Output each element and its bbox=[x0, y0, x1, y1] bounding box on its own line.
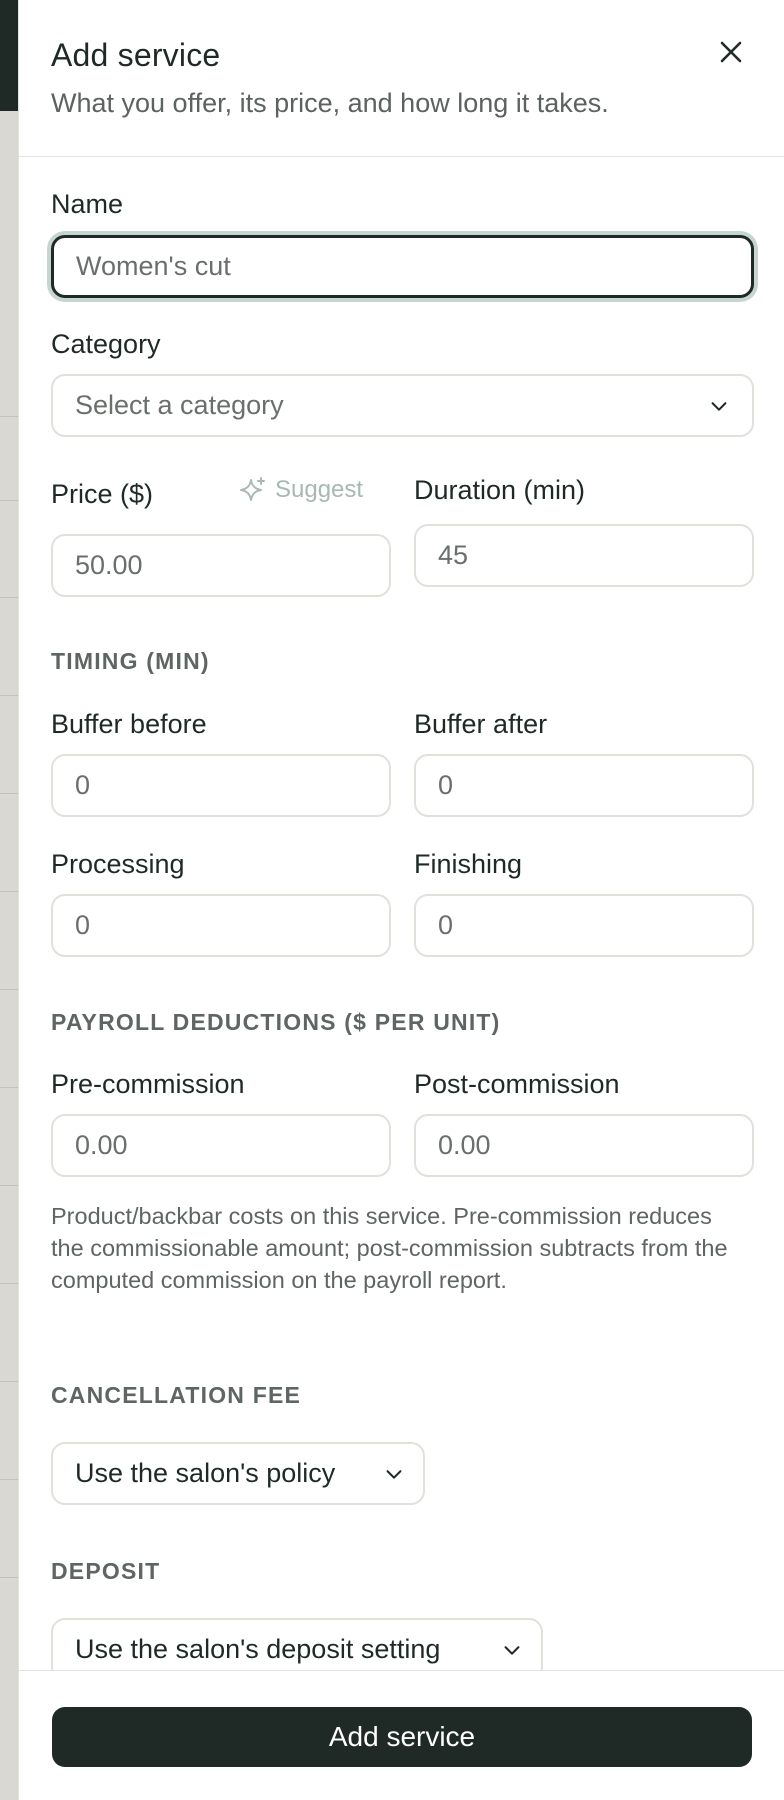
background-divider bbox=[0, 1577, 18, 1578]
post-commission-input[interactable]: 0.00 bbox=[414, 1114, 754, 1177]
timing-section-title: TIMING (MIN) bbox=[51, 648, 210, 674]
chevron-down-icon bbox=[504, 1645, 520, 1655]
background-divider bbox=[0, 989, 18, 990]
background-divider bbox=[0, 793, 18, 794]
finishing-value: 0 bbox=[438, 910, 454, 940]
close-icon bbox=[720, 41, 742, 63]
cancellation-fee-value: Use the salon's policy bbox=[75, 1458, 336, 1488]
background-divider bbox=[0, 1087, 18, 1088]
category-placeholder: Select a category bbox=[75, 390, 284, 420]
processing-label: Processing bbox=[51, 849, 185, 879]
background-divider bbox=[0, 1381, 18, 1382]
chevron-down-icon bbox=[386, 1469, 402, 1479]
deposit-section-title: DEPOSIT bbox=[51, 1558, 161, 1584]
pre-commission-label: Pre-commission bbox=[51, 1069, 245, 1099]
background-page bbox=[0, 0, 18, 1800]
cancellation-fee-select[interactable]: Use the salon's policy bbox=[51, 1442, 425, 1505]
processing-input[interactable]: 0 bbox=[51, 894, 391, 957]
background-divider bbox=[0, 695, 18, 696]
drawer-subtitle: What you offer, its price, and how long … bbox=[51, 88, 609, 118]
drawer-header: Add service What you offer, its price, a… bbox=[19, 0, 784, 157]
cancellation-section-title: CANCELLATION FEE bbox=[51, 1382, 302, 1408]
duration-label: Duration (min) bbox=[414, 475, 586, 505]
category-select[interactable]: Select a category bbox=[51, 374, 754, 437]
payroll-help-text: Product/backbar costs on this service. P… bbox=[51, 1203, 728, 1293]
pre-commission-input[interactable]: 0.00 bbox=[51, 1114, 391, 1177]
post-commission-value: 0.00 bbox=[438, 1130, 491, 1160]
post-commission-label: Post-commission bbox=[414, 1069, 620, 1099]
duration-input[interactable]: 45 bbox=[414, 524, 754, 587]
background-divider bbox=[0, 891, 18, 892]
finishing-input[interactable]: 0 bbox=[414, 894, 754, 957]
background-divider bbox=[0, 597, 18, 598]
buffer-after-value: 0 bbox=[438, 770, 454, 800]
name-input-value: Women's cut bbox=[76, 251, 231, 281]
background-header bbox=[0, 0, 18, 111]
background-divider bbox=[0, 500, 18, 501]
processing-value: 0 bbox=[75, 910, 91, 940]
name-input[interactable]: Women's cut bbox=[51, 235, 754, 298]
background-divider bbox=[0, 1479, 18, 1480]
pre-commission-value: 0.00 bbox=[75, 1130, 128, 1160]
drawer-title: Add service bbox=[51, 37, 221, 73]
background-divider bbox=[0, 1283, 18, 1284]
suggest-price-button[interactable]: Suggest bbox=[239, 476, 363, 504]
buffer-after-input[interactable]: 0 bbox=[414, 754, 754, 817]
name-label: Name bbox=[51, 189, 124, 219]
price-value: 50.00 bbox=[75, 550, 143, 580]
finishing-label: Finishing bbox=[414, 849, 523, 879]
duration-value: 45 bbox=[438, 540, 469, 570]
drawer-footer: Add service bbox=[19, 1670, 784, 1800]
background-divider bbox=[0, 1185, 18, 1186]
background-divider bbox=[0, 416, 18, 417]
sparkle-icon bbox=[240, 477, 265, 501]
price-label: Price ($) bbox=[51, 479, 154, 509]
add-service-drawer: Add service What you offer, its price, a… bbox=[18, 0, 784, 1800]
category-label: Category bbox=[51, 329, 161, 359]
payroll-section-title: PAYROLL DEDUCTIONS ($ PER UNIT) bbox=[51, 1009, 501, 1035]
deposit-value: Use the salon's deposit setting bbox=[75, 1634, 441, 1664]
buffer-after-label: Buffer after bbox=[414, 709, 548, 739]
buffer-before-input[interactable]: 0 bbox=[51, 754, 391, 817]
buffer-before-value: 0 bbox=[75, 770, 91, 800]
suggest-label: Suggest bbox=[275, 476, 364, 503]
add-service-button[interactable]: Add service bbox=[52, 1707, 752, 1767]
buffer-before-label: Buffer before bbox=[51, 709, 207, 739]
price-input[interactable]: 50.00 bbox=[51, 534, 391, 597]
chevron-down-icon bbox=[711, 401, 727, 411]
close-button[interactable] bbox=[711, 32, 751, 72]
